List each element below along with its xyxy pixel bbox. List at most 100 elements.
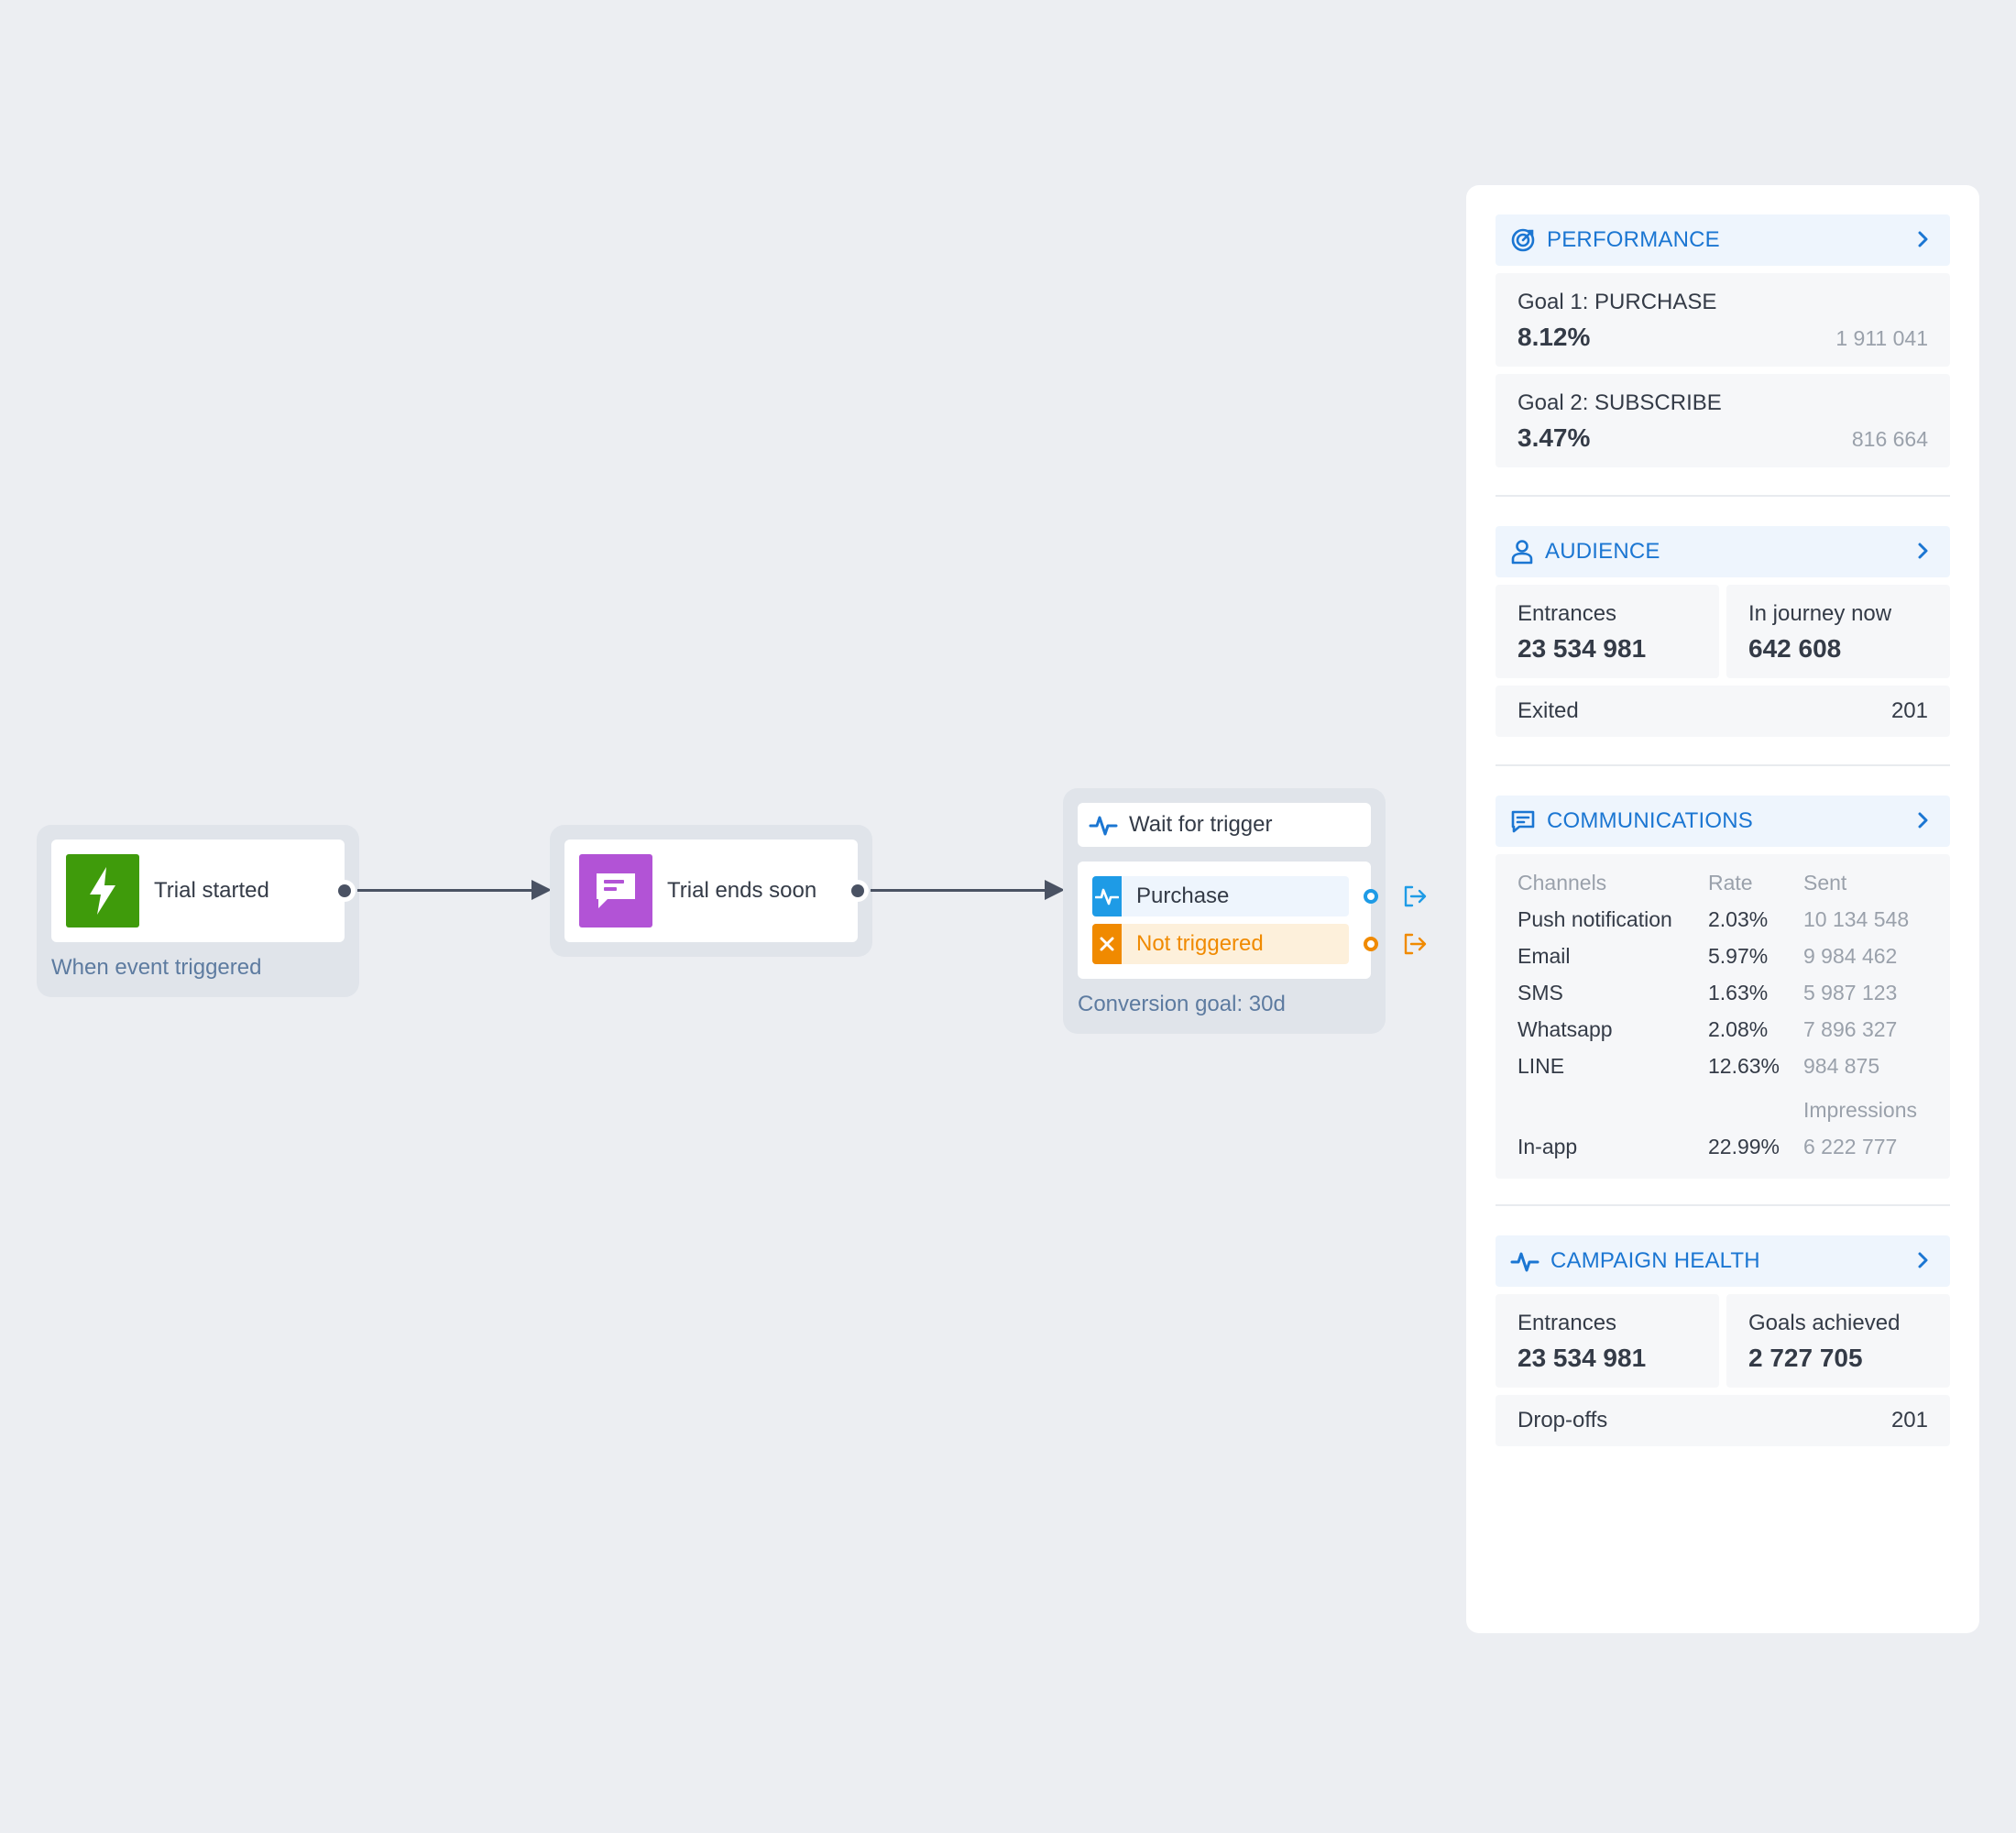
user-icon [1510, 539, 1534, 565]
lightning-bolt-icon [66, 854, 139, 927]
connector-line [871, 889, 1046, 892]
channel-name: Whatsapp [1517, 1017, 1613, 1041]
branch-label: Not triggered [1136, 931, 1264, 956]
communications-table: Channels Rate Sent Push notification 2.0… [1496, 854, 1950, 1179]
entrances-card: Entrances 23 534 981 [1496, 585, 1719, 678]
section-title: COMMUNICATIONS [1547, 808, 1754, 833]
branch-purchase-output-port[interactable] [1364, 889, 1378, 904]
node-subtitle: When event triggered [51, 955, 262, 980]
stat-label: Exited [1517, 698, 1579, 723]
goal-rate: 3.47% [1517, 423, 1591, 452]
stat-value: 642 608 [1748, 634, 1842, 663]
campaign-health-section-header[interactable]: CAMPAIGN HEALTH [1496, 1235, 1950, 1287]
node-trial-ends-soon-output-port[interactable] [847, 880, 869, 902]
channel-rate: 2.03% [1708, 907, 1769, 931]
goal-card[interactable]: Goal 1: PURCHASE 8.12% 1 911 041 [1496, 273, 1950, 367]
node-trial-started-output-port[interactable] [334, 880, 356, 902]
dropoffs-card: Drop-offs 201 [1496, 1395, 1950, 1446]
activity-icon [1089, 812, 1118, 838]
column-header-channels: Channels [1517, 871, 1607, 895]
divider [1496, 1204, 1950, 1206]
goals-achieved-card: Goals achieved 2 727 705 [1726, 1294, 1950, 1388]
column-header-impressions: Impressions [1803, 1098, 1917, 1122]
section-title: PERFORMANCE [1547, 227, 1720, 252]
exit-icon[interactable] [1402, 884, 1428, 914]
channel-sent: 7 896 327 [1803, 1017, 1898, 1041]
goal-count: 1 911 041 [1835, 326, 1928, 350]
section-title: CAMPAIGN HEALTH [1550, 1248, 1760, 1273]
node-title: Trial ends soon [667, 878, 817, 903]
stat-value: 23 534 981 [1517, 634, 1647, 663]
exited-card: Exited 201 [1496, 686, 1950, 737]
exit-icon[interactable] [1402, 931, 1428, 961]
activity-icon [1092, 876, 1122, 916]
node-trial-started-card[interactable]: Trial started [51, 840, 345, 942]
branch-purchase[interactable]: Purchase [1092, 876, 1349, 916]
stat-value: 201 [1890, 1408, 1928, 1432]
health-entrances-card: Entrances 23 534 981 [1496, 1294, 1719, 1388]
performance-section-header[interactable]: PERFORMANCE [1496, 214, 1950, 266]
node-wait-for-trigger-branches: Purchase Not triggered [1078, 862, 1371, 979]
message-icon [579, 854, 652, 927]
target-icon [1510, 227, 1536, 253]
goal-count: 816 664 [1851, 427, 1928, 451]
node-trial-ends-soon-card[interactable]: Trial ends soon [564, 840, 858, 942]
connector-line [357, 889, 533, 892]
connector-arrowhead [531, 880, 552, 900]
node-title: Trial started [154, 878, 269, 903]
channel-sent: 984 875 [1803, 1054, 1880, 1078]
activity-icon [1510, 1248, 1539, 1274]
connector-arrowhead [1045, 880, 1065, 900]
stat-value: 2 727 705 [1748, 1344, 1863, 1372]
communications-section-header[interactable]: COMMUNICATIONS [1496, 796, 1950, 847]
stats-panel: PERFORMANCE Goal 1: PURCHASE 8.12% 1 911… [1466, 185, 1979, 1633]
chevron-right-icon[interactable] [1917, 229, 1930, 256]
column-header-rate: Rate [1708, 871, 1753, 895]
channel-rate: 22.99% [1708, 1135, 1780, 1158]
section-title: AUDIENCE [1545, 539, 1660, 564]
branch-not-triggered[interactable]: Not triggered [1092, 924, 1349, 964]
node-trial-ends-soon[interactable]: Trial ends soon [550, 825, 872, 957]
goal-label: Goal 2: SUBSCRIBE [1517, 390, 1722, 415]
channel-rate: 1.63% [1708, 981, 1769, 1004]
channel-name: LINE [1517, 1054, 1565, 1078]
stat-label: Entrances [1517, 601, 1617, 626]
stat-label: Goals achieved [1748, 1311, 1901, 1335]
channel-sent: 9 984 462 [1803, 944, 1898, 968]
channel-name: Email [1517, 944, 1571, 968]
stat-label: Drop-offs [1517, 1408, 1608, 1432]
audience-section-header[interactable]: AUDIENCE [1496, 526, 1950, 577]
node-subtitle: Conversion goal: 30d [1078, 992, 1286, 1016]
chevron-right-icon[interactable] [1917, 541, 1930, 567]
channel-sent: 5 987 123 [1803, 981, 1898, 1004]
chat-icon [1510, 808, 1536, 834]
node-trial-started[interactable]: Trial started When event triggered [37, 825, 359, 997]
divider [1496, 764, 1950, 766]
channel-sent: 10 134 548 [1803, 907, 1910, 931]
branch-label: Purchase [1136, 884, 1230, 908]
channel-name: SMS [1517, 981, 1563, 1004]
goal-label: Goal 1: PURCHASE [1517, 290, 1717, 314]
stat-value: 201 [1890, 698, 1928, 723]
divider [1496, 495, 1950, 497]
node-wait-for-trigger-header[interactable]: Wait for trigger [1078, 803, 1371, 847]
channel-impressions: 6 222 777 [1803, 1135, 1898, 1158]
channel-name: In-app [1517, 1135, 1578, 1158]
channel-rate: 12.63% [1708, 1054, 1780, 1078]
x-icon [1092, 924, 1122, 964]
stat-value: 23 534 981 [1517, 1344, 1647, 1372]
branch-not-triggered-output-port[interactable] [1364, 937, 1378, 951]
channel-rate: 2.08% [1708, 1017, 1769, 1041]
in-journey-card: In journey now 642 608 [1726, 585, 1950, 678]
column-header-sent: Sent [1803, 871, 1847, 895]
chevron-right-icon[interactable] [1917, 810, 1930, 837]
node-wait-for-trigger[interactable]: Wait for trigger Purchase Not triggered … [1063, 788, 1386, 1034]
channel-name: Push notification [1517, 907, 1672, 931]
chevron-right-icon[interactable] [1917, 1250, 1930, 1277]
goal-rate: 8.12% [1517, 323, 1591, 351]
node-title: Wait for trigger [1129, 812, 1273, 837]
goal-card[interactable]: Goal 2: SUBSCRIBE 3.47% 816 664 [1496, 374, 1950, 467]
stat-label: In journey now [1748, 601, 1892, 626]
channel-rate: 5.97% [1708, 944, 1769, 968]
stat-label: Entrances [1517, 1311, 1617, 1335]
